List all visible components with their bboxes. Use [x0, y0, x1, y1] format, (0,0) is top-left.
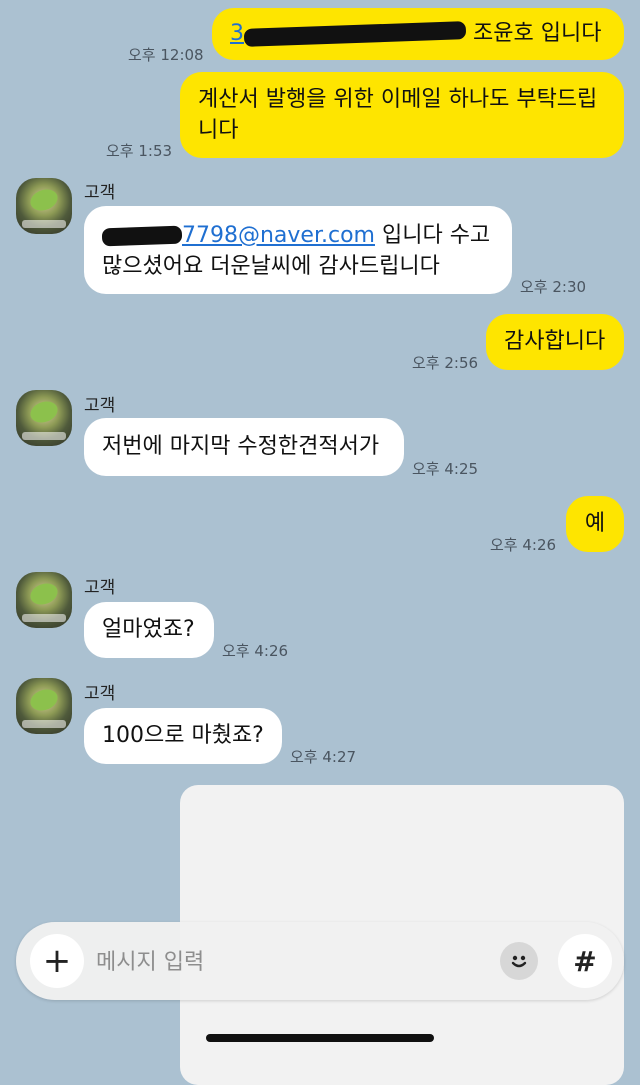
sender-name: 고객 [84, 183, 116, 203]
my-message-bubble[interactable]: 3 조윤호 입니다 [212, 8, 624, 60]
message-text: 조윤호 입니다 [473, 21, 602, 46]
their-message-bubble[interactable]: 저번에 마지막 수정한견적서가 [84, 418, 404, 476]
message-time: 오후 2:56 [412, 354, 479, 372]
plus-button[interactable]: + [30, 934, 84, 988]
customer-avatar[interactable] [16, 678, 72, 734]
message-time: 오후 4:27 [290, 748, 357, 766]
customer-avatar[interactable] [16, 390, 72, 446]
message-time: 오후 4:26 [222, 642, 289, 660]
their-message-bubble[interactable]: 7798@naver.com 입니다 수고 많으셨어요 더운날씨에 감사드립니다 [84, 206, 512, 294]
emoji-button[interactable] [500, 942, 538, 980]
message-text: 저번에 마지막 수정한견적서가 [102, 434, 380, 459]
message-text: 얼마였죠? [102, 617, 195, 642]
email-link[interactable]: 7798@naver.com [101, 223, 375, 248]
customer-avatar[interactable] [16, 572, 72, 628]
sender-name: 고객 [84, 578, 116, 598]
my-message-bubble[interactable]: 감사합니다 [486, 314, 624, 370]
hash-button[interactable]: # [558, 934, 612, 988]
my-message-bubble[interactable]: 예 [566, 496, 624, 552]
redacted-number-link[interactable]: 3 [230, 21, 467, 47]
message-input-bar: + 메시지 입력 # [16, 922, 624, 1000]
their-message-bubble[interactable]: 100으로 마췄죠? [84, 708, 282, 764]
message-input[interactable]: 메시지 입력 [96, 944, 204, 976]
sender-name: 고객 [84, 396, 116, 416]
my-message-bubble[interactable]: 계산서 발행을 위한 이메일 하나도 부탁드립니다 [180, 72, 624, 158]
message-text: 계산서 발행을 위한 이메일 하나도 부탁드립니다 [198, 87, 598, 143]
plus-icon: + [42, 941, 72, 981]
message-time: 오후 4:26 [490, 536, 557, 554]
customer-avatar[interactable] [16, 178, 72, 234]
home-indicator [206, 1034, 434, 1042]
message-text: 감사합니다 [504, 329, 606, 354]
message-time: 오후 4:25 [412, 460, 479, 478]
message-time: 오후 12:08 [128, 46, 204, 64]
message-time: 오후 2:30 [520, 278, 587, 296]
hash-icon: # [573, 944, 597, 978]
their-message-bubble[interactable]: 얼마였죠? [84, 602, 214, 658]
message-text: 100으로 마췄죠? [102, 723, 264, 748]
sender-name: 고객 [84, 684, 116, 704]
message-text: 예 [584, 511, 606, 536]
smiley-icon [511, 955, 527, 968]
message-time: 오후 1:53 [106, 142, 173, 160]
